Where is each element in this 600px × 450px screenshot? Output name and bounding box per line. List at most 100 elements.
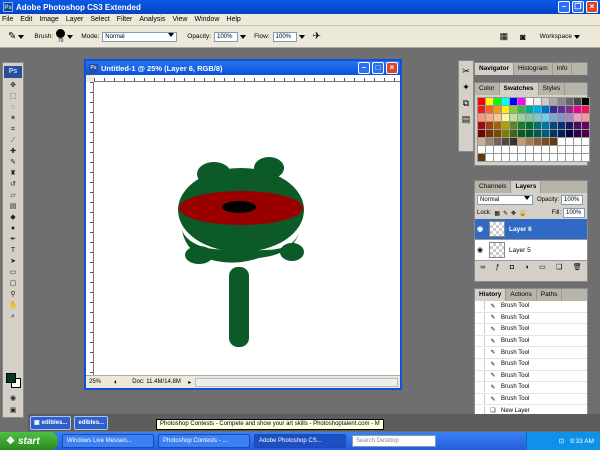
workspace-arrow-icon[interactable] [574, 34, 580, 39]
swatch-cell[interactable] [557, 113, 566, 122]
swatch-cell[interactable] [485, 137, 494, 146]
swatch-cell[interactable] [509, 129, 518, 138]
swatch-cell[interactable] [541, 121, 550, 130]
history-state[interactable]: ✎ Brush Tool [475, 358, 587, 371]
swatch-cell[interactable] [517, 121, 526, 130]
swatch-cell[interactable] [549, 113, 558, 122]
menu-layer[interactable]: Layer [66, 16, 84, 23]
history-source-box[interactable] [475, 336, 485, 347]
swatch-cell[interactable] [493, 105, 502, 114]
layer-mask-icon[interactable]: ◘ [510, 264, 514, 271]
horizontal-scrollbar[interactable] [195, 377, 398, 387]
layer-row-6[interactable]: ◉ Layer 6 [475, 219, 587, 240]
swatch-cell[interactable] [509, 97, 518, 106]
swatch-cell[interactable] [533, 145, 542, 154]
menu-analysis[interactable]: Analysis [139, 16, 165, 23]
swatch-cell[interactable] [485, 113, 494, 122]
swatch-cell[interactable] [541, 129, 550, 138]
swatch-cell[interactable] [541, 153, 550, 162]
swatch-cell[interactable] [581, 97, 590, 106]
photoshop-badge-icon[interactable]: Ps [4, 66, 22, 78]
swatch-cell[interactable] [581, 145, 590, 154]
swatch-cell[interactable] [517, 153, 526, 162]
document-title-bar[interactable]: Ps Untitled-1 @ 25% (Layer 6, RGB/8) – □… [86, 61, 400, 75]
menu-help[interactable]: Help [226, 16, 240, 23]
history-state[interactable]: ✎ Brush Tool [475, 301, 587, 313]
swatch-cell[interactable] [477, 105, 486, 114]
menu-filter[interactable]: Filter [117, 16, 133, 23]
history-source-box[interactable] [475, 312, 485, 323]
swatch-cell[interactable] [581, 129, 590, 138]
clock[interactable]: 9:33 AM [570, 438, 594, 445]
swatch-cell[interactable] [493, 137, 502, 146]
new-layer-icon[interactable]: ❏ [556, 263, 562, 271]
swatch-cell[interactable] [493, 121, 502, 130]
tab-styles[interactable]: Styles [539, 83, 566, 95]
swatch-cell[interactable] [581, 105, 590, 114]
history-state[interactable]: ✎ Brush Tool [475, 347, 587, 359]
eraser-tool-icon[interactable]: ▱ [4, 191, 22, 201]
minimized-doc-1[interactable]: ▣ edibles... [30, 415, 72, 430]
swatch-cell[interactable] [581, 121, 590, 130]
flow-arrow-icon[interactable] [298, 34, 305, 39]
menu-view[interactable]: View [172, 16, 187, 23]
swatch-cell[interactable] [477, 121, 486, 130]
swatch-cell[interactable] [533, 129, 542, 138]
layer-opacity-field[interactable]: 100% [561, 195, 584, 205]
swatch-cell[interactable] [565, 129, 574, 138]
history-state[interactable]: ✎ Brush Tool [475, 382, 587, 394]
tab-channels[interactable]: Channels [475, 181, 512, 193]
swatch-cell[interactable] [485, 121, 494, 130]
menu-window[interactable]: Window [194, 16, 219, 23]
eyedropper-tool-icon[interactable]: ⚲ [4, 290, 22, 300]
fill-field[interactable]: 100% [563, 208, 585, 218]
swatch-cell[interactable] [517, 113, 526, 122]
lasso-tool-icon[interactable]: ◌ [4, 103, 22, 113]
swatch-cell[interactable] [509, 145, 518, 154]
marquee-tool-icon[interactable]: ⬚ [4, 92, 22, 102]
swatch-cell[interactable] [525, 97, 534, 106]
path-selection-tool-icon[interactable]: ➤ [4, 257, 22, 267]
task-photoshop[interactable]: Adobe Photoshop CS... [254, 434, 346, 448]
foreground-color-swatch[interactable] [6, 373, 16, 383]
swatch-cell[interactable] [485, 153, 494, 162]
pen-tool-icon[interactable]: ✒ [4, 235, 22, 245]
swatch-cell[interactable] [517, 137, 526, 146]
brush-tool-icon[interactable]: ✎ [8, 31, 16, 42]
swatch-cell[interactable] [541, 145, 550, 154]
tool-preset-arrow-icon[interactable] [18, 34, 25, 39]
history-source-box[interactable] [475, 359, 485, 370]
swatch-cell[interactable] [541, 97, 550, 106]
blur-tool-icon[interactable]: ◆ [4, 213, 22, 223]
healing-brush-tool-icon[interactable]: ✚ [4, 147, 22, 157]
menu-image[interactable]: Image [39, 16, 58, 23]
slice-tool-icon[interactable]: ⟋ [4, 136, 22, 146]
flow-field[interactable]: 100% [272, 31, 297, 42]
swatch-cell[interactable] [517, 129, 526, 138]
tab-paths[interactable]: Paths [537, 289, 563, 301]
screen-mode-icon[interactable]: ▣ [4, 406, 22, 416]
swatch-cell[interactable] [501, 121, 510, 130]
status-arrow-icon[interactable]: ▸ [188, 379, 191, 386]
swatch-cell[interactable] [501, 137, 510, 146]
brush-tool-icon[interactable]: ✎ [4, 158, 22, 168]
swatch-cell[interactable] [517, 97, 526, 106]
swatch-cell[interactable] [533, 105, 542, 114]
swatch-cell[interactable] [581, 113, 590, 122]
airbrush-icon[interactable]: ✈ [313, 31, 321, 42]
swatch-cell[interactable] [533, 137, 542, 146]
history-source-box[interactable] [475, 382, 485, 393]
quick-mask-icon[interactable]: ◉ [4, 394, 22, 404]
swatch-cell[interactable] [549, 145, 558, 154]
gradient-tool-icon[interactable]: ▤ [4, 202, 22, 212]
workspace-menu[interactable]: Workspace [540, 33, 572, 40]
swatch-cell[interactable] [509, 137, 518, 146]
layer-style-icon[interactable]: ƒ [496, 264, 500, 271]
close-button[interactable]: × [586, 1, 598, 13]
tab-swatches[interactable]: Swatches [499, 83, 539, 95]
zoom-tool-icon[interactable]: ⌕ [4, 312, 22, 322]
swatch-cell[interactable] [573, 145, 582, 154]
swatch-cell[interactable] [565, 105, 574, 114]
mode-select[interactable]: Normal [102, 31, 178, 42]
delete-layer-icon[interactable]: 🗑 [573, 263, 582, 271]
